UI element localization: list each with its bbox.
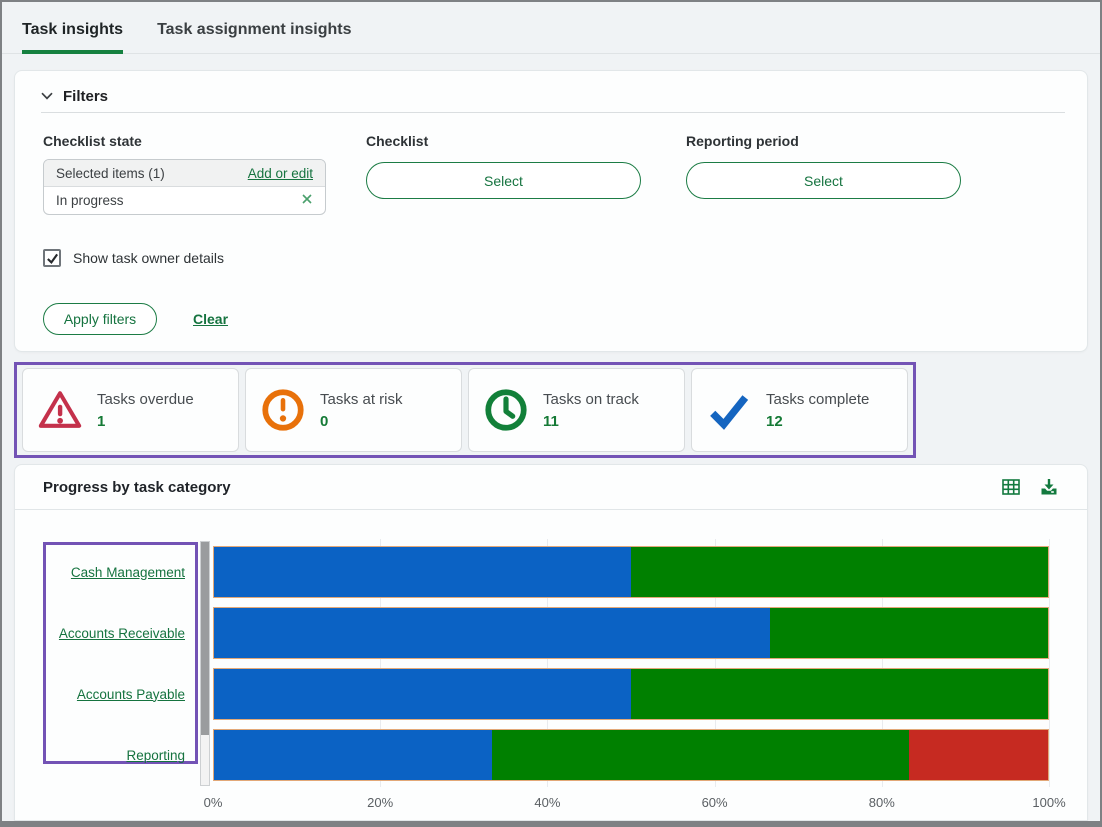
clear-filters-link[interactable]: Clear — [193, 311, 228, 327]
bar-row-accounts-payable — [213, 668, 1049, 720]
x-tick-label: 60% — [701, 795, 728, 810]
checklist-label: Checklist — [366, 133, 429, 149]
summary-card-value: 11 — [543, 412, 559, 430]
summary-card-label: Tasks on track — [543, 390, 639, 408]
category-label-row: Cash Management — [45, 546, 189, 598]
chart-title: Progress by task category — [43, 479, 231, 496]
checklist-select-button[interactable]: Select — [366, 162, 641, 199]
filters-panel: Filters Checklist state Selected items (… — [14, 70, 1088, 352]
summary-card-label: Tasks complete — [766, 390, 870, 408]
x-tick-label: 20% — [367, 795, 394, 810]
tab-bar: Task insights Task assignment insights — [2, 2, 1100, 54]
category-link-cash-management[interactable]: Cash Management — [71, 565, 185, 580]
bar-segment-tasks-complete[interactable] — [214, 730, 492, 780]
tab-task-assignment-insights[interactable]: Task assignment insights — [157, 2, 351, 53]
x-tick-label: 40% — [534, 795, 561, 810]
chart-scrollbar-track[interactable] — [200, 541, 210, 786]
chart-scrollbar-thumb[interactable] — [201, 542, 209, 735]
selected-items-count: Selected items (1) — [56, 165, 165, 181]
checklist-state-selected-box: Selected items (1) Add or edit In progre… — [43, 159, 326, 215]
tasks-at-risk-card: Tasks at risk 0 — [245, 368, 462, 452]
show-task-owner-details-label: Show task owner details — [73, 250, 224, 266]
bar-row-reporting — [213, 729, 1049, 781]
bar-row-cash-management — [213, 546, 1049, 598]
apply-filters-button[interactable]: Apply filters — [43, 303, 157, 335]
chevron-down-icon[interactable] — [41, 87, 53, 105]
bar-segment-tasks-on-track[interactable] — [770, 608, 1048, 658]
tab-task-insights[interactable]: Task insights — [22, 2, 124, 54]
tasks-on-track-card: Tasks on track 11 — [468, 368, 685, 452]
tasks-complete-card: Tasks complete 12 — [691, 368, 908, 452]
summary-card-label: Tasks overdue — [97, 390, 194, 408]
show-task-owner-details-checkbox[interactable] — [43, 249, 61, 267]
category-label-row: Reporting — [45, 729, 189, 781]
reporting-period-select-button[interactable]: Select — [686, 162, 961, 199]
table-view-icon[interactable] — [1001, 477, 1021, 497]
summary-card-label: Tasks at risk — [320, 390, 403, 408]
tab-label: Task assignment insights — [157, 20, 352, 38]
bar-rows — [213, 539, 1049, 787]
summary-card-value: 1 — [97, 412, 106, 430]
bar-segment-tasks-complete[interactable] — [214, 547, 631, 597]
tasks-overdue-card: Tasks overdue 1 — [22, 368, 239, 452]
divider — [15, 509, 1087, 510]
add-or-edit-link[interactable]: Add or edit — [248, 166, 313, 181]
summary-card-value: 0 — [320, 412, 329, 430]
warning-triangle-icon — [38, 391, 82, 428]
reporting-period-label: Reporting period — [686, 133, 799, 149]
checklist-state-label: Checklist state — [43, 133, 142, 149]
bar-segment-tasks-overdue[interactable] — [908, 730, 1048, 780]
divider — [41, 112, 1065, 113]
download-icon[interactable] — [1039, 477, 1059, 497]
remove-filter-icon[interactable] — [301, 193, 313, 208]
x-tick-label: 0% — [203, 795, 223, 810]
selected-filter-value: In progress — [56, 193, 124, 208]
clock-icon — [485, 389, 527, 431]
tab-label: Task insights — [22, 20, 124, 38]
checkmark-icon — [710, 395, 749, 430]
category-axis: Cash Management Accounts Receivable Accoun… — [45, 541, 189, 781]
progress-chart-panel: Progress by task category Cash Managemen… — [14, 464, 1088, 821]
category-link-accounts-receivable[interactable]: Accounts Receivable — [59, 626, 185, 641]
category-link-reporting[interactable]: Reporting — [126, 748, 185, 763]
percent-axis: 0% 20% 40% 60% 80% 100% — [204, 795, 1066, 811]
task-insights-page: Task insights Task assignment insights F… — [0, 0, 1102, 827]
bar-row-accounts-receivable — [213, 607, 1049, 659]
category-label-row: Accounts Receivable — [45, 607, 189, 659]
category-link-accounts-payable[interactable]: Accounts Payable — [77, 687, 185, 702]
bar-segment-tasks-on-track[interactable] — [491, 730, 909, 780]
bar-segment-tasks-on-track[interactable] — [631, 669, 1048, 719]
bar-segment-tasks-complete[interactable] — [214, 669, 631, 719]
category-label-row: Accounts Payable — [45, 668, 189, 720]
stacked-bar-chart — [213, 539, 1050, 787]
summary-cards-highlight-box: Tasks overdue 1 Tasks at risk 0 Tasks on… — [14, 362, 916, 458]
x-tick-label: 100% — [1032, 795, 1066, 810]
bar-segment-tasks-complete[interactable] — [214, 608, 771, 658]
summary-card-value: 12 — [766, 412, 783, 430]
gridline — [1049, 539, 1050, 787]
x-tick-label: 80% — [868, 795, 895, 810]
filters-title: Filters — [63, 87, 109, 105]
bar-segment-tasks-on-track[interactable] — [631, 547, 1048, 597]
exclamation-circle-icon — [262, 389, 304, 431]
